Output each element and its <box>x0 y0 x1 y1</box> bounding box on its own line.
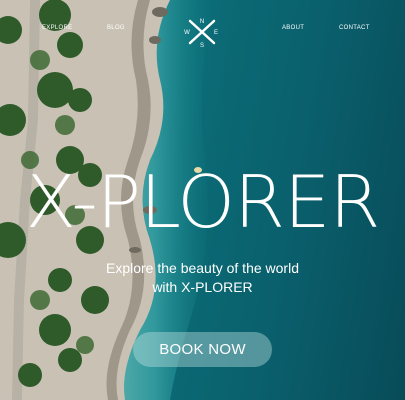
logo-letter-w: W <box>184 30 190 36</box>
nav-link-about[interactable]: ABOUT <box>282 25 304 31</box>
logo-letter-s: S <box>200 43 204 48</box>
book-now-button[interactable]: BOOK NOW <box>133 332 272 367</box>
nav-link-blog[interactable]: BLOG <box>107 25 125 31</box>
nav-link-contact[interactable]: CONTACT <box>339 25 370 31</box>
top-navigation: EXPLORE BLOG ABOUT CONTACT N E W S <box>0 0 405 60</box>
tagline-line-2: with X-PLORER <box>152 279 253 295</box>
compass-logo-icon[interactable]: N E W S <box>184 16 220 48</box>
hero-section: EXPLORE BLOG ABOUT CONTACT N E W S X-PLO… <box>0 0 405 400</box>
hero-title: X-PLORER <box>25 160 381 244</box>
logo-letter-e: E <box>214 30 218 36</box>
nav-link-explore[interactable]: EXPLORE <box>42 25 72 31</box>
tagline-line-1: Explore the beauty of the world <box>105 260 299 276</box>
hero-tagline: Explore the beauty of the world with X-P… <box>0 259 405 297</box>
logo-letter-n: N <box>200 19 204 25</box>
